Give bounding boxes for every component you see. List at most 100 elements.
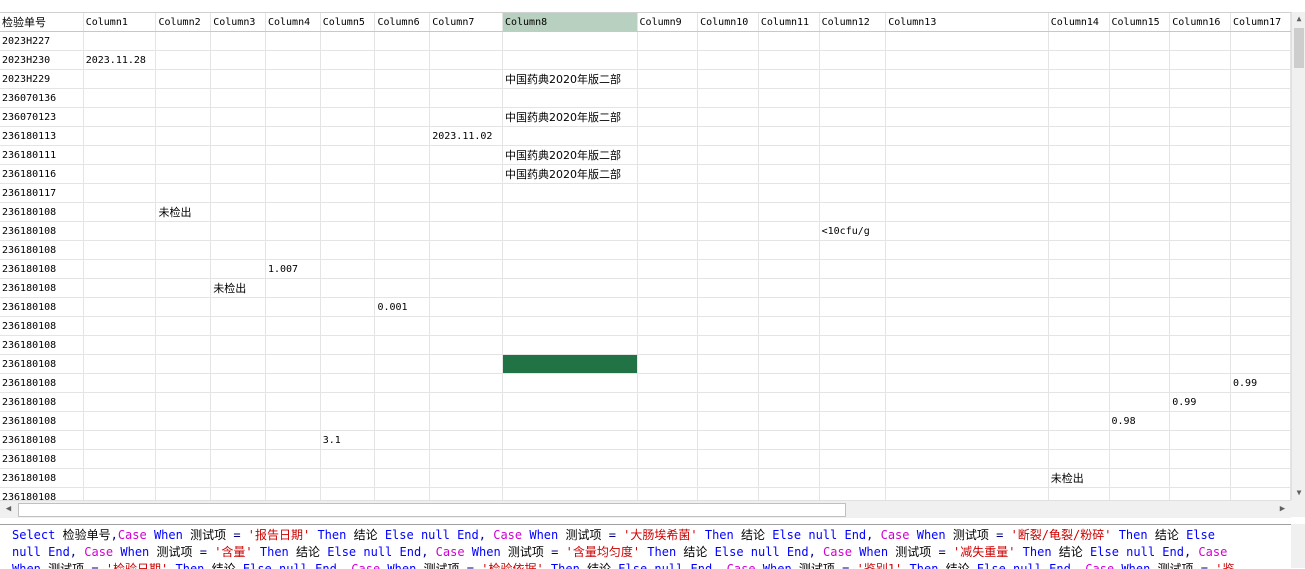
table-cell[interactable]: [502, 31, 638, 51]
table-cell[interactable]: [819, 107, 887, 127]
table-cell[interactable]: [1048, 69, 1110, 89]
table-cell[interactable]: [429, 354, 503, 374]
table-cell[interactable]: [210, 88, 266, 108]
column-header[interactable]: Column16: [1169, 13, 1232, 32]
table-cell[interactable]: [819, 126, 887, 146]
table-cell[interactable]: [1109, 164, 1171, 184]
table-cell[interactable]: [502, 316, 638, 336]
table-cell[interactable]: [502, 449, 638, 469]
table-cell[interactable]: [758, 202, 820, 222]
table-cell[interactable]: [885, 449, 1049, 469]
table-cell[interactable]: [758, 373, 820, 393]
table-cell[interactable]: [1109, 430, 1171, 450]
table-row[interactable]: 236180108 未检出: [0, 278, 1291, 298]
table-cell[interactable]: [320, 107, 376, 127]
table-cell[interactable]: [155, 69, 212, 89]
table-cell[interactable]: [1109, 221, 1171, 241]
table-cell[interactable]: 2023.11.28: [83, 50, 157, 70]
table-row[interactable]: 236180108 0.99: [0, 373, 1291, 393]
row-id-cell[interactable]: 236180108: [0, 411, 84, 431]
table-cell[interactable]: [1230, 392, 1291, 412]
table-cell[interactable]: [885, 107, 1049, 127]
table-cell[interactable]: [758, 354, 820, 374]
table-cell[interactable]: [210, 468, 266, 488]
table-row[interactable]: 236180108: [0, 449, 1291, 469]
table-cell[interactable]: [758, 183, 820, 203]
table-cell[interactable]: [1048, 50, 1110, 70]
row-id-cell[interactable]: 2023H230: [0, 50, 84, 70]
row-id-cell[interactable]: 236180108: [0, 449, 84, 469]
table-cell[interactable]: [1048, 297, 1110, 317]
table-cell[interactable]: [210, 297, 266, 317]
table-cell[interactable]: [1230, 69, 1291, 89]
table-cell[interactable]: [758, 297, 820, 317]
table-cell[interactable]: [83, 449, 157, 469]
table-cell[interactable]: [885, 335, 1049, 355]
table-cell[interactable]: [1048, 259, 1110, 279]
table-cell[interactable]: [1048, 392, 1110, 412]
table-cell[interactable]: [210, 126, 266, 146]
table-cell[interactable]: [429, 88, 503, 108]
table-row[interactable]: 236180108 0.001: [0, 297, 1291, 317]
table-cell[interactable]: [819, 145, 887, 165]
results-grid[interactable]: 检验单号 Column1 Column2 Column3 Column4 Column5 C…: [0, 12, 1291, 501]
table-cell[interactable]: [637, 430, 699, 450]
table-cell[interactable]: [1230, 297, 1291, 317]
table-cell[interactable]: [155, 50, 212, 70]
table-cell[interactable]: [265, 221, 321, 241]
table-cell[interactable]: [1169, 487, 1232, 501]
table-cell[interactable]: [885, 69, 1049, 89]
table-cell[interactable]: [429, 31, 503, 51]
table-cell[interactable]: [637, 297, 699, 317]
table-cell[interactable]: [320, 50, 376, 70]
table-cell[interactable]: [374, 50, 431, 70]
table-cell[interactable]: [155, 126, 212, 146]
table-cell[interactable]: [758, 31, 820, 51]
table-cell[interactable]: [320, 69, 376, 89]
table-cell[interactable]: [758, 411, 820, 431]
table-row[interactable]: 236180108 1.007: [0, 259, 1291, 279]
table-cell[interactable]: [502, 297, 638, 317]
table-cell[interactable]: [155, 240, 212, 260]
table-cell[interactable]: [885, 487, 1049, 501]
table-cell[interactable]: [374, 278, 431, 298]
table-cell[interactable]: [1048, 487, 1110, 501]
table-cell[interactable]: [637, 31, 699, 51]
table-cell[interactable]: [819, 373, 887, 393]
row-id-cell[interactable]: 236180116: [0, 164, 84, 184]
table-cell[interactable]: [1169, 31, 1232, 51]
row-id-cell[interactable]: 236070136: [0, 88, 84, 108]
table-cell[interactable]: [1230, 202, 1291, 222]
table-cell[interactable]: [637, 487, 699, 501]
table-cell[interactable]: [374, 449, 431, 469]
table-cell[interactable]: [697, 126, 759, 146]
table-cell[interactable]: [819, 88, 887, 108]
table-cell[interactable]: [758, 259, 820, 279]
table-cell[interactable]: [819, 50, 887, 70]
table-cell[interactable]: [83, 354, 157, 374]
table-cell[interactable]: [155, 278, 212, 298]
table-row[interactable]: 236180108: [0, 354, 1291, 374]
table-cell[interactable]: [374, 107, 431, 127]
table-cell[interactable]: [374, 259, 431, 279]
table-cell[interactable]: [1109, 69, 1171, 89]
table-cell[interactable]: [320, 487, 376, 501]
column-header[interactable]: Column2: [155, 13, 212, 32]
table-cell[interactable]: [637, 316, 699, 336]
table-cell[interactable]: [320, 316, 376, 336]
table-cell[interactable]: [758, 145, 820, 165]
table-cell[interactable]: [819, 183, 887, 203]
table-cell[interactable]: [210, 354, 266, 374]
table-row[interactable]: 2023H227: [0, 31, 1291, 51]
column-header[interactable]: Column15: [1109, 13, 1171, 32]
column-header[interactable]: Column8: [502, 13, 638, 32]
row-id-cell[interactable]: 2023H227: [0, 31, 84, 51]
table-cell[interactable]: [83, 430, 157, 450]
table-cell[interactable]: 3.1: [320, 430, 376, 450]
table-cell[interactable]: [1230, 164, 1291, 184]
column-header[interactable]: Column14: [1048, 13, 1110, 32]
table-cell[interactable]: [502, 487, 638, 501]
table-cell[interactable]: 未检出: [210, 278, 266, 298]
table-cell[interactable]: [1169, 240, 1232, 260]
table-cell[interactable]: [83, 126, 157, 146]
